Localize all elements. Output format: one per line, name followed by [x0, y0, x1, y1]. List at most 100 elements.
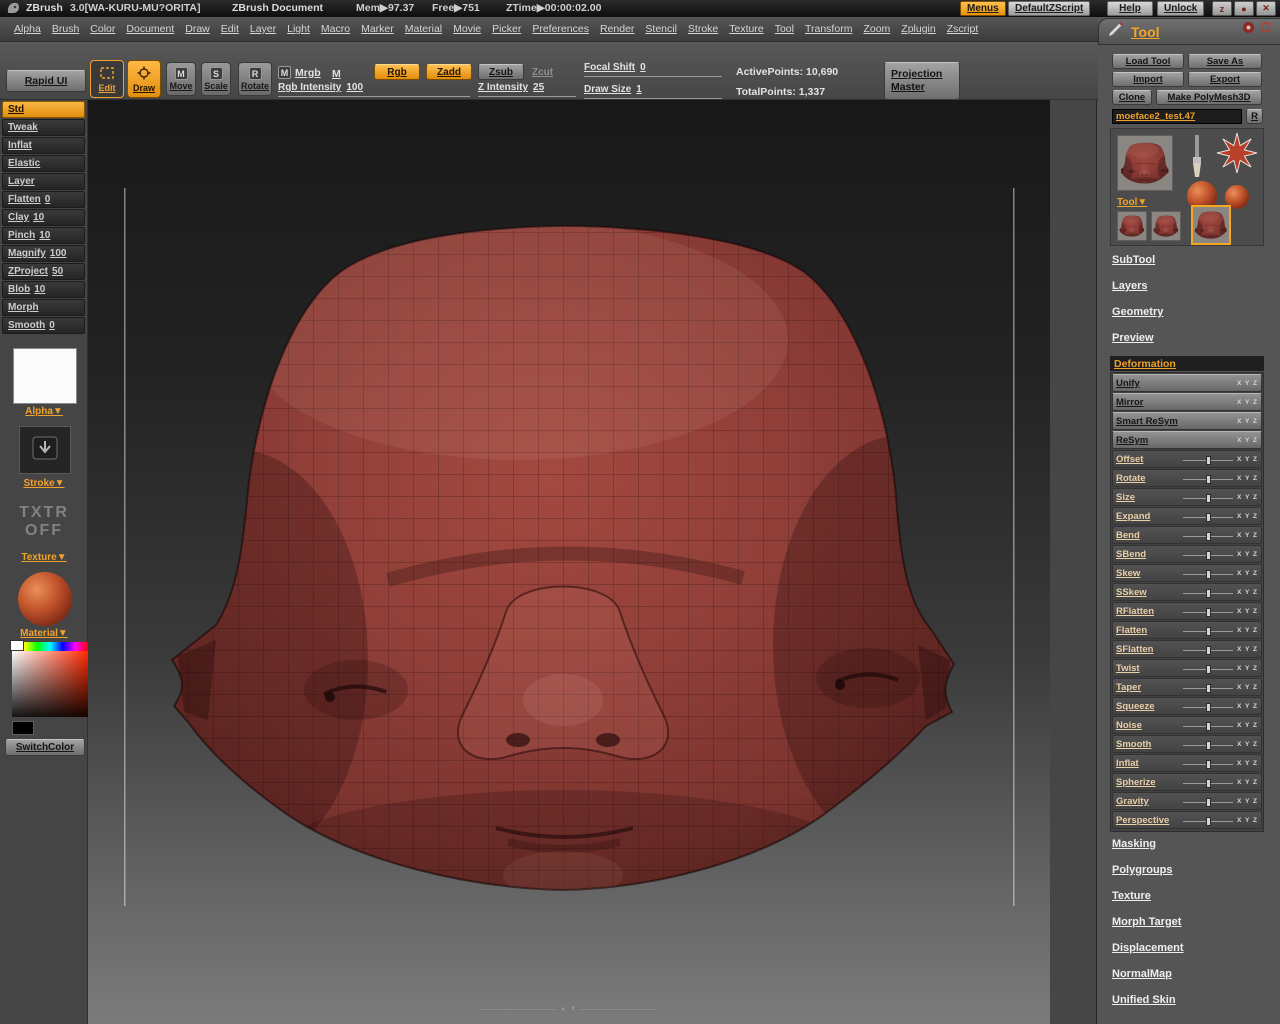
panel-dot-icon[interactable]: [1242, 21, 1255, 39]
spin-window-icon[interactable]: ●: [1234, 1, 1254, 16]
deformation-taper[interactable]: TaperX Y Z: [1112, 678, 1262, 696]
deformation-resym[interactable]: ReSymX Y Z: [1112, 431, 1262, 449]
deformation-unify[interactable]: UnifyX Y Z: [1112, 374, 1262, 392]
alpha-thumbnail[interactable]: [13, 348, 77, 404]
slider-track[interactable]: [1183, 726, 1233, 727]
deformation-rflatten[interactable]: RFlattenX Y Z: [1112, 602, 1262, 620]
deformation-noise[interactable]: NoiseX Y Z: [1112, 716, 1262, 734]
menu-transform[interactable]: Transform: [805, 23, 852, 35]
slider-track[interactable]: [1183, 764, 1233, 765]
slider-handle[interactable]: [1206, 665, 1211, 674]
menu-texture[interactable]: Texture: [729, 23, 763, 35]
slider-handle[interactable]: [1206, 703, 1211, 712]
menu-tool[interactable]: Tool: [775, 23, 794, 35]
simple-brush-icon[interactable]: [1185, 133, 1209, 184]
menu-document[interactable]: Document: [126, 23, 174, 35]
deformation-perspective[interactable]: PerspectiveX Y Z: [1112, 811, 1262, 829]
section-normalmap[interactable]: NormalMap: [1112, 968, 1172, 980]
slider-handle[interactable]: [1206, 722, 1211, 731]
deformation-gravity[interactable]: GravityX Y Z: [1112, 792, 1262, 810]
texture-selector[interactable]: Texture▼: [0, 552, 88, 563]
slider-track[interactable]: [1183, 669, 1233, 670]
deformation-spherize[interactable]: SpherizeX Y Z: [1112, 773, 1262, 791]
save-as-button[interactable]: Save As: [1188, 54, 1262, 69]
slider-track[interactable]: [1183, 612, 1233, 613]
menu-color[interactable]: Color: [90, 23, 115, 35]
unlock-button[interactable]: Unlock: [1157, 1, 1204, 16]
move-button[interactable]: M Move: [166, 62, 196, 96]
switch-color-button[interactable]: SwitchColor: [5, 739, 85, 756]
close-icon[interactable]: ✕: [1256, 1, 1276, 16]
rgb-button[interactable]: Rgb: [374, 64, 420, 80]
menu-zscript[interactable]: Zscript: [947, 23, 979, 35]
tool-history-thumbnail-selected[interactable]: [1191, 205, 1231, 245]
section-masking[interactable]: Masking: [1112, 838, 1156, 850]
brush-blob[interactable]: Blob10: [2, 281, 85, 298]
slider-handle[interactable]: [1206, 475, 1211, 484]
slider-handle[interactable]: [1206, 627, 1211, 636]
section-displacement[interactable]: Displacement: [1112, 942, 1184, 954]
menu-zplugin[interactable]: Zplugin: [901, 23, 935, 35]
draw-size-slider[interactable]: Draw Size1: [584, 84, 722, 99]
brush-magnify[interactable]: Magnify100: [2, 245, 85, 262]
menu-layer[interactable]: Layer: [250, 23, 276, 35]
menu-zoom[interactable]: Zoom: [863, 23, 890, 35]
deformation-squeeze[interactable]: SqueezeX Y Z: [1112, 697, 1262, 715]
z-intensity-slider[interactable]: Z Intensity25: [478, 82, 576, 97]
slider-track[interactable]: [1183, 574, 1233, 575]
brush-layer[interactable]: Layer: [2, 173, 85, 190]
scroll-down-icon[interactable]: ▼: [570, 1006, 576, 1012]
slider-handle[interactable]: [1206, 589, 1211, 598]
slider-track[interactable]: [1183, 783, 1233, 784]
sculpt-viewport[interactable]: [88, 100, 1050, 1024]
slider-handle[interactable]: [1206, 817, 1211, 826]
slider-handle[interactable]: [1206, 684, 1211, 693]
brush-pinch[interactable]: Pinch10: [2, 227, 85, 244]
tool-history-thumbnail[interactable]: [1151, 211, 1181, 241]
deformation-bend[interactable]: BendX Y Z: [1112, 526, 1262, 544]
menus-button[interactable]: Menus: [960, 1, 1006, 16]
load-tool-button[interactable]: Load Tool: [1112, 54, 1184, 69]
slider-track[interactable]: [1183, 631, 1233, 632]
clone-button[interactable]: Clone: [1112, 90, 1152, 105]
brush-tweak[interactable]: Tweak: [2, 119, 85, 136]
deformation-sbend[interactable]: SBendX Y Z: [1112, 545, 1262, 563]
default-zscript-button[interactable]: DefaultZScript: [1008, 1, 1090, 16]
slider-track[interactable]: [1183, 650, 1233, 651]
section-geometry[interactable]: Geometry: [1112, 306, 1163, 318]
brush-clay[interactable]: Clay10: [2, 209, 85, 226]
slider-track[interactable]: [1183, 517, 1233, 518]
import-button[interactable]: Import: [1112, 72, 1184, 87]
slider-handle[interactable]: [1206, 570, 1211, 579]
star3d-icon[interactable]: [1215, 131, 1259, 180]
edit-button[interactable]: Edit: [90, 60, 124, 98]
draw-button[interactable]: Draw: [127, 60, 161, 98]
brush-elastic[interactable]: Elastic: [2, 155, 85, 172]
tool-history-thumbnail[interactable]: [1117, 211, 1147, 241]
slider-track[interactable]: [1183, 479, 1233, 480]
slider-track[interactable]: [1183, 593, 1233, 594]
material-selector[interactable]: Material▼: [0, 628, 88, 639]
menu-picker[interactable]: Picker: [492, 23, 521, 35]
deformation-offset[interactable]: OffsetX Y Z: [1112, 450, 1262, 468]
slider-handle[interactable]: [1206, 608, 1211, 617]
zsub-button[interactable]: Zsub: [478, 64, 524, 80]
slider-track[interactable]: [1183, 460, 1233, 461]
menu-edit[interactable]: Edit: [221, 23, 239, 35]
brush-inflat[interactable]: Inflat: [2, 137, 85, 154]
section-deformation[interactable]: Deformation: [1110, 356, 1264, 371]
deformation-flatten[interactable]: FlattenX Y Z: [1112, 621, 1262, 639]
section-unified-skin[interactable]: Unified Skin: [1112, 994, 1176, 1006]
deformation-smart-resym[interactable]: Smart ReSymX Y Z: [1112, 412, 1262, 430]
m-button[interactable]: M: [332, 68, 341, 80]
deformation-twist[interactable]: TwistX Y Z: [1112, 659, 1262, 677]
slider-track[interactable]: [1183, 821, 1233, 822]
slider-track[interactable]: [1183, 498, 1233, 499]
menu-light[interactable]: Light: [287, 23, 310, 35]
deformation-sskew[interactable]: SSkewX Y Z: [1112, 583, 1262, 601]
zadd-button[interactable]: Zadd: [426, 64, 472, 80]
help-button[interactable]: Help: [1107, 1, 1153, 16]
section-polygroups[interactable]: Polygroups: [1112, 864, 1173, 876]
stroke-selector[interactable]: Stroke▼: [0, 478, 88, 489]
zscript-window-icon[interactable]: z: [1212, 1, 1232, 16]
